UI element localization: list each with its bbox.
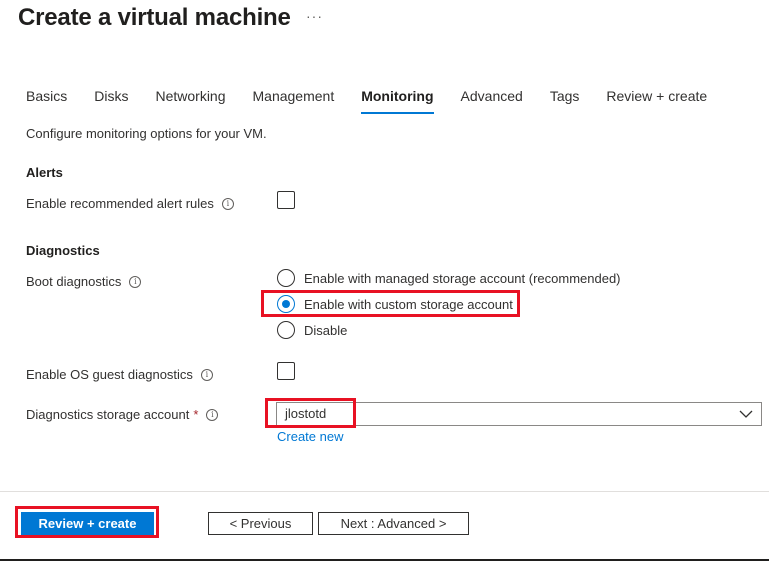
radio-button[interactable] [277,269,295,287]
radio-label: Disable [304,322,348,338]
os-guest-checkbox[interactable] [277,362,295,380]
boot-diagnostics-label: Boot diagnostics i [26,274,142,289]
highlight-review-create [15,506,159,538]
alert-rules-label: Enable recommended alert rules i [26,196,234,211]
page-title: Create a virtual machine [18,4,291,31]
tab-monitoring[interactable]: Monitoring [361,88,434,114]
alert-rules-checkbox[interactable] [277,191,295,209]
info-icon[interactable]: i [206,408,219,421]
chevron-down-icon[interactable] [739,407,753,421]
radio-button[interactable] [277,321,295,339]
alerts-heading: Alerts [26,165,63,180]
info-icon[interactable]: i [129,275,142,288]
tab-management[interactable]: Management [253,88,335,114]
next-advanced-button[interactable]: Next : Advanced > [318,512,469,535]
previous-button[interactable]: < Previous [208,512,313,535]
required-marker: * [193,407,199,422]
tab-review-create[interactable]: Review + create [606,88,707,114]
highlight-custom-storage [261,290,520,317]
more-icon[interactable]: ··· [306,8,323,24]
radio-managed-storage[interactable]: Enable with managed storage account (rec… [277,269,621,287]
storage-account-label-text: Diagnostics storage account [26,407,190,422]
highlight-storage-account [265,398,356,428]
boot-diagnostics-label-text: Boot diagnostics [26,274,122,289]
tab-advanced[interactable]: Advanced [461,88,523,114]
os-guest-label: Enable OS guest diagnostics i [26,367,213,382]
footer-divider [0,491,769,492]
alert-rules-label-text: Enable recommended alert rules [26,196,214,211]
radio-label: Enable with managed storage account (rec… [304,270,621,286]
storage-account-label: Diagnostics storage account * i [26,407,219,422]
tab-tags[interactable]: Tags [550,88,580,114]
tab-bar: Basics Disks Networking Management Monit… [26,88,734,116]
bottom-border [0,559,769,561]
intro-text: Configure monitoring options for your VM… [26,126,267,141]
tab-networking[interactable]: Networking [155,88,225,114]
info-icon[interactable]: i [221,197,234,210]
tab-basics[interactable]: Basics [26,88,67,114]
info-icon[interactable]: i [200,368,213,381]
radio-disable[interactable]: Disable [277,321,347,339]
os-guest-label-text: Enable OS guest diagnostics [26,367,193,382]
diagnostics-heading: Diagnostics [26,243,100,258]
create-new-link[interactable]: Create new [277,429,343,444]
tab-disks[interactable]: Disks [94,88,128,114]
